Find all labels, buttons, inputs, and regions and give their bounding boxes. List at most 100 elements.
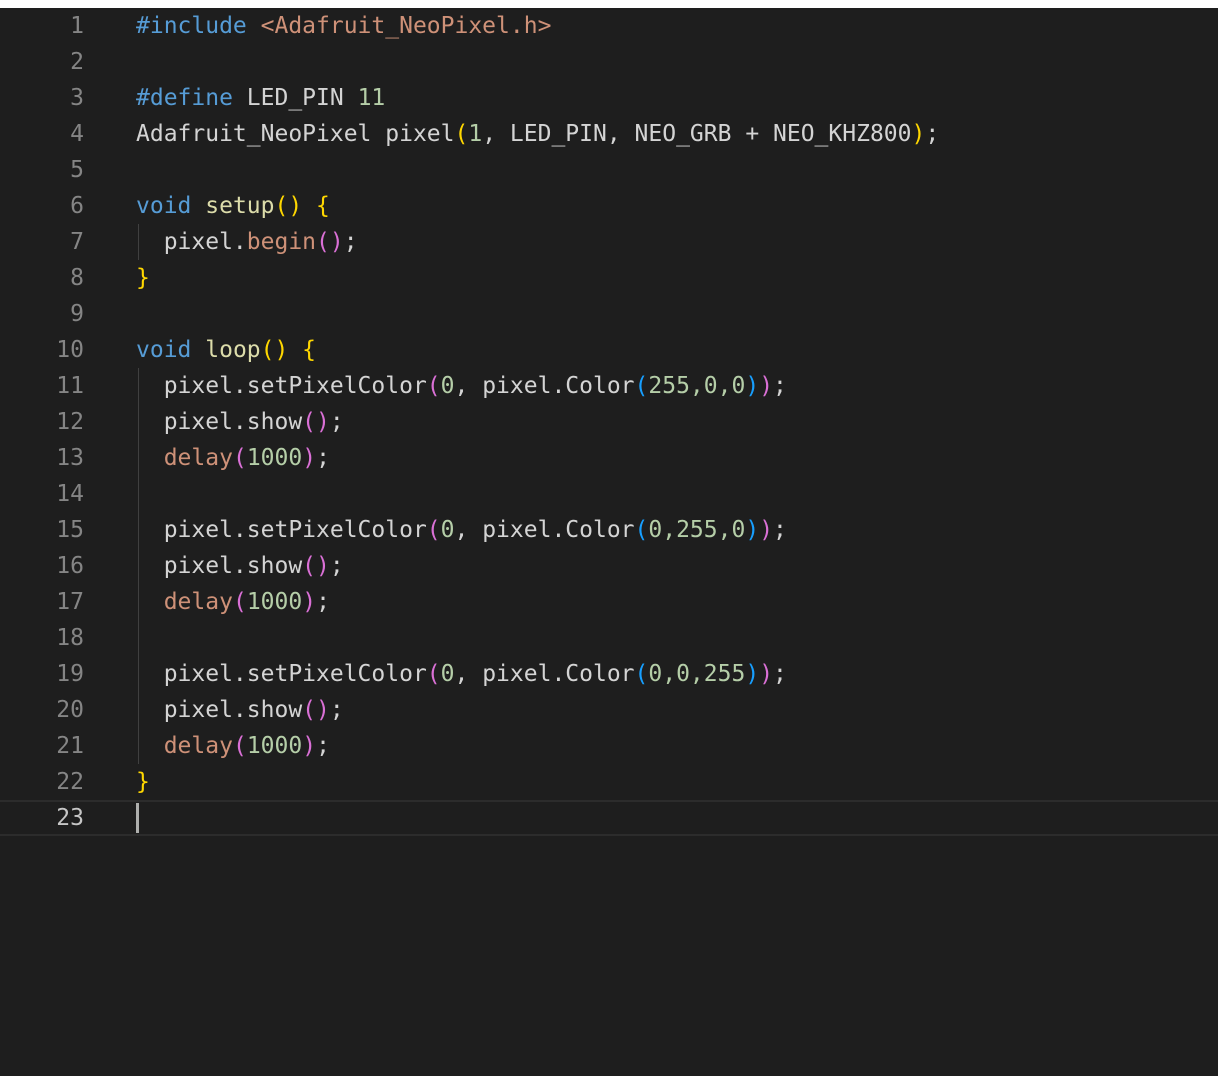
code-line[interactable]: 6 void setup() { bbox=[0, 188, 1218, 224]
code-text: #include <Adafruit_NeoPixel.h> bbox=[136, 8, 551, 44]
line-number: 13 bbox=[56, 445, 84, 471]
code-editor[interactable]: 1 #include <Adafruit_NeoPixel.h> 2 3 #define… bbox=[0, 8, 1218, 1076]
code-line[interactable]: 21 delay(1000); bbox=[0, 728, 1218, 764]
code-text: delay(1000); bbox=[136, 584, 330, 620]
code-token: pixel.show bbox=[136, 697, 303, 723]
code-text: #define LED_PIN 11 bbox=[136, 80, 385, 116]
code-line[interactable]: 15 pixel.setPixelColor(0, pixel.Color(0,… bbox=[0, 512, 1218, 548]
code-token: ; bbox=[329, 409, 344, 435]
line-number: 6 bbox=[70, 193, 84, 219]
code-line[interactable]: 1 #include <Adafruit_NeoPixel.h> bbox=[0, 8, 1218, 44]
code-token: delay bbox=[163, 589, 233, 615]
code-line[interactable]: 20 pixel.show(); bbox=[0, 692, 1218, 728]
code-text: } bbox=[136, 260, 150, 296]
code-token: () bbox=[302, 697, 330, 723]
line-number: 7 bbox=[70, 229, 84, 255]
code-text: pixel.setPixelColor(0, pixel.Color(0,255… bbox=[136, 512, 787, 548]
code-line[interactable]: 13 delay(1000); bbox=[0, 440, 1218, 476]
code-token: ( bbox=[232, 589, 247, 615]
code-token: , pixel.Color bbox=[454, 517, 635, 543]
code-line[interactable]: 17 delay(1000); bbox=[0, 584, 1218, 620]
code-text: void setup() { bbox=[136, 188, 330, 224]
code-text: pixel.setPixelColor(0, pixel.Color(255,0… bbox=[136, 368, 787, 404]
code-token: ) bbox=[745, 373, 760, 399]
code-token: ) bbox=[759, 373, 774, 399]
code-token: , pixel.Color bbox=[454, 661, 635, 687]
code-line[interactable]: 11 pixel.setPixelColor(0, pixel.Color(25… bbox=[0, 368, 1218, 404]
code-text: pixel.show(); bbox=[136, 692, 344, 728]
code-line[interactable]: 12 pixel.show(); bbox=[0, 404, 1218, 440]
indent-guide bbox=[138, 368, 139, 764]
code-token: LED_PIN bbox=[246, 85, 358, 111]
code-token: ( bbox=[232, 445, 247, 471]
code-token: pixel.show bbox=[136, 553, 303, 579]
line-number: 19 bbox=[56, 661, 84, 687]
code-token: 1000 bbox=[246, 589, 303, 615]
line-number: 8 bbox=[70, 265, 84, 291]
line-number: 5 bbox=[70, 157, 84, 183]
code-token: delay bbox=[163, 445, 233, 471]
code-line[interactable]: 22} bbox=[0, 764, 1218, 800]
line-number: 2 bbox=[70, 49, 84, 75]
text-cursor bbox=[136, 803, 139, 833]
code-token: () bbox=[316, 229, 344, 255]
code-token: ) bbox=[911, 121, 926, 147]
line-number: 23 bbox=[56, 805, 84, 831]
code-text: pixel.setPixelColor(0, pixel.Color(0,0,2… bbox=[136, 656, 787, 692]
code-token: ) bbox=[302, 733, 317, 759]
code-line[interactable]: 23 bbox=[0, 800, 1218, 836]
code-token: 1 bbox=[468, 121, 483, 147]
indent-guide bbox=[138, 224, 139, 260]
code-token: ; bbox=[329, 553, 344, 579]
code-token: ( bbox=[634, 517, 649, 543]
line-number: 4 bbox=[70, 121, 84, 147]
code-line[interactable]: 18 bbox=[0, 620, 1218, 656]
code-token: 0 bbox=[440, 661, 455, 687]
code-token: } bbox=[136, 265, 150, 291]
code-text: delay(1000); bbox=[136, 440, 330, 476]
code-token: , pixel.Color bbox=[454, 373, 635, 399]
code-token: ; bbox=[773, 517, 787, 543]
code-line[interactable]: 2 bbox=[0, 44, 1218, 80]
code-token: begin bbox=[246, 229, 317, 255]
code-line[interactable]: 10 void loop() { bbox=[0, 332, 1218, 368]
code-token: ) bbox=[759, 661, 774, 687]
code-line[interactable]: 4 Adafruit_NeoPixel pixel(1, LED_PIN, NEO… bbox=[0, 116, 1218, 152]
code-token: , LED_PIN, NEO_GRB + NEO_KHZ800 bbox=[482, 121, 912, 147]
line-number: 10 bbox=[56, 337, 84, 363]
code-token: setup bbox=[205, 193, 275, 219]
code-token: Adafruit_NeoPixel pixel bbox=[136, 121, 455, 147]
line-number: 11 bbox=[56, 373, 84, 399]
code-line[interactable]: 19 pixel.setPixelColor(0, pixel.Color(0,… bbox=[0, 656, 1218, 692]
code-line[interactable]: 3 #define LED_PIN 11 bbox=[0, 80, 1218, 116]
code-line[interactable]: 14 bbox=[0, 476, 1218, 512]
line-number: 14 bbox=[56, 481, 84, 507]
line-number: 15 bbox=[56, 517, 84, 543]
code-line[interactable]: 9 bbox=[0, 296, 1218, 332]
code-text: pixel.begin(); bbox=[136, 224, 358, 260]
code-token: void bbox=[136, 193, 206, 219]
code-token: ( bbox=[426, 661, 441, 687]
code-token: delay bbox=[163, 733, 233, 759]
code-token: } bbox=[136, 769, 150, 795]
code-token: 0 bbox=[440, 373, 455, 399]
code-token: ( bbox=[426, 373, 441, 399]
code-line[interactable]: 16 pixel.show(); bbox=[0, 548, 1218, 584]
code-token: 0,0,255 bbox=[648, 661, 746, 687]
code-token: 1000 bbox=[246, 445, 303, 471]
code-token: ; bbox=[316, 445, 330, 471]
code-line[interactable]: 5 bbox=[0, 152, 1218, 188]
code-token: ; bbox=[329, 697, 344, 723]
code-line[interactable]: 8} bbox=[0, 260, 1218, 296]
code-token: ) bbox=[745, 661, 760, 687]
line-number: 21 bbox=[56, 733, 84, 759]
code-token: ( bbox=[454, 121, 469, 147]
code-text: delay(1000); bbox=[136, 728, 330, 764]
line-number: 12 bbox=[56, 409, 84, 435]
code-token: loop bbox=[205, 337, 261, 363]
code-line[interactable]: 7 pixel.begin(); bbox=[0, 224, 1218, 260]
code-token: pixel.setPixelColor bbox=[136, 661, 427, 687]
line-number: 1 bbox=[70, 13, 84, 39]
